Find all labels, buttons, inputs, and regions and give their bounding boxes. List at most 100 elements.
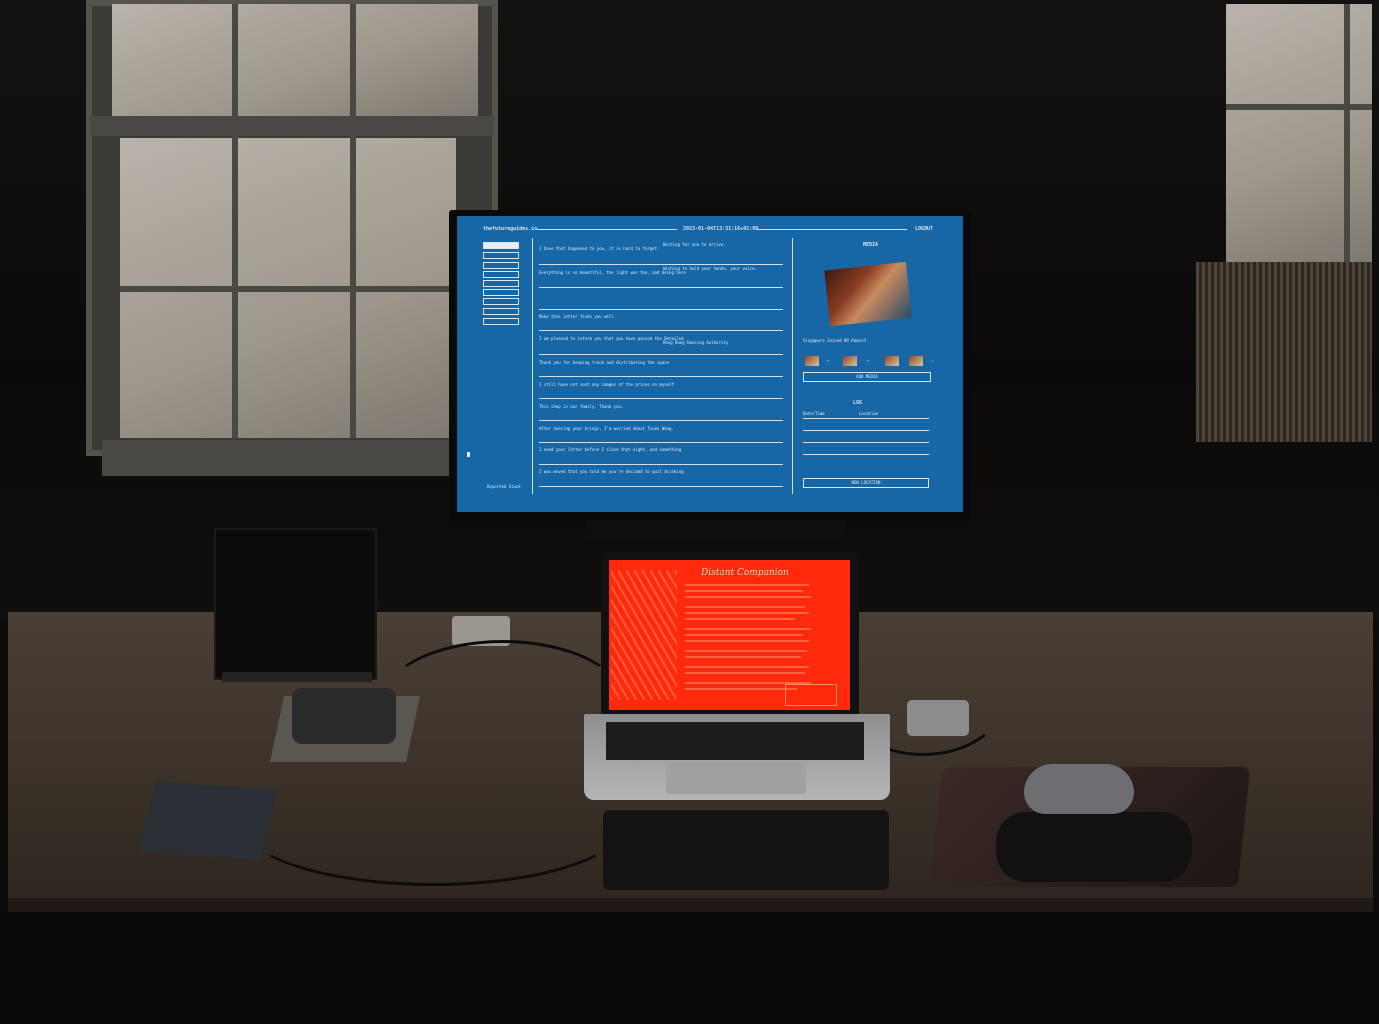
message-text[interactable]: I have that happened to you, it is hard …: [539, 246, 659, 251]
message-divider: [539, 398, 783, 399]
sidebar-footer: Reported Stuck: [487, 484, 521, 489]
message-divider: [539, 330, 783, 331]
message-divider: [539, 264, 783, 265]
air-conditioner: [1196, 262, 1372, 442]
message-meta: Waiting for you to arrive.: [663, 242, 726, 247]
left-window-mullion: [232, 4, 238, 438]
logout-link[interactable]: LOGOUT: [915, 226, 933, 232]
wrist-rest: [996, 812, 1192, 882]
message-divider: [539, 420, 783, 421]
laptop-text-line: [685, 584, 809, 586]
add-media-button[interactable]: ADD MEDIA: [803, 372, 931, 382]
laptop-text-line: [685, 612, 809, 614]
message-divider: [539, 376, 783, 377]
log-heading: LOG: [853, 400, 863, 406]
new-location-button[interactable]: NEW LOCATION: [803, 478, 929, 488]
message-meta: Hong Kong Housing Authority: [663, 340, 729, 345]
log-row-divider: [803, 418, 929, 419]
left-window-sill: [102, 440, 472, 476]
laptop-side-image: [785, 684, 837, 706]
right-window-mullion: [1344, 4, 1350, 262]
column-divider: [792, 238, 793, 494]
tablet-stand: [222, 672, 372, 682]
site-title: thefutureguides.io: [483, 226, 538, 232]
laptop-text-line: [685, 640, 809, 642]
laptop-text-line: [685, 672, 805, 674]
mouse-cursor-icon: [467, 452, 470, 457]
laptop-text-line: [685, 596, 811, 598]
sidebar-item[interactable]: [483, 280, 519, 287]
log-row-divider: [803, 442, 929, 443]
media-thumbnail[interactable]: [805, 356, 819, 366]
media-thumbnail[interactable]: [843, 356, 857, 366]
laptop-title: Distant Companion: [701, 568, 789, 578]
log-row-divider: [803, 454, 929, 455]
message-meta: Wishing to hold your hands, your voice.: [663, 266, 757, 271]
cable: [240, 760, 626, 886]
monitor-stand: [585, 520, 845, 540]
message-text[interactable]: I was moved that you told me you're deci…: [539, 469, 684, 474]
message-text[interactable]: I still have not sent any images of the …: [539, 382, 674, 387]
left-window-meeting-rail: [90, 116, 494, 136]
right-window: [1226, 4, 1372, 262]
log-row-divider: [803, 430, 929, 431]
left-window-mullion: [120, 286, 456, 292]
sidebar-item[interactable]: [483, 298, 519, 305]
message-divider: [539, 464, 783, 465]
message-divider: [539, 287, 783, 288]
message-text[interactable]: Thank you for keeping track and distribu…: [539, 360, 669, 365]
header-rule-left: [537, 229, 677, 230]
laptop-keyboard: [606, 722, 864, 760]
laptop-text-line: [685, 650, 807, 652]
laptop-text-line: [685, 590, 803, 592]
media-heading: MEDIA: [863, 242, 879, 248]
left-window-mullion: [350, 4, 356, 438]
laptop-trackpad: [666, 762, 806, 794]
message-text[interactable]: I am pleased to inform you that you have…: [539, 336, 684, 341]
arrow-left-icon[interactable]: ←: [867, 358, 869, 363]
arrow-left-icon[interactable]: ←: [827, 358, 829, 363]
media-caption: Singapore Joined 09 Aboard: [803, 338, 866, 343]
laptop-text-line: [685, 634, 803, 636]
desk-edge: [8, 898, 1373, 912]
right-window-mullion: [1226, 104, 1372, 110]
mouse: [1024, 764, 1134, 814]
left-window-upper-sash: [112, 4, 478, 116]
laptop-text-line: [685, 618, 795, 620]
sidebar-item[interactable]: [483, 242, 519, 249]
message-divider: [539, 354, 783, 355]
laptop-text-line: [685, 606, 805, 608]
log-column-header: Location: [859, 411, 879, 416]
media-thumbnail[interactable]: [909, 356, 923, 366]
header-rule-right: [757, 229, 907, 230]
media-thumbnail[interactable]: [885, 356, 899, 366]
laptop-text-line: [685, 666, 809, 668]
message-text[interactable]: This shop is our family. Thank you.: [539, 404, 623, 409]
sidebar-item[interactable]: [483, 252, 519, 259]
chevron-right-icon[interactable]: ›: [931, 358, 933, 363]
sidebar-item[interactable]: [483, 271, 519, 278]
header-timestamp: 2023-01-04T13:31:16+01:00: [683, 226, 759, 232]
column-divider: [532, 238, 533, 494]
log-column-header: Date/Time: [803, 411, 825, 416]
message-text[interactable]: Make this letter finds you well.: [539, 314, 616, 319]
message-divider: [539, 442, 783, 443]
laptop-text-line: [685, 628, 811, 630]
laptop-screen: Distant Companion: [609, 560, 850, 710]
message-divider: [539, 486, 783, 487]
floor: [0, 912, 1379, 1024]
external-keyboard: [603, 810, 889, 890]
message-text[interactable]: After hearing your brings, I'm worried a…: [539, 426, 674, 431]
message-text[interactable]: I need your letter before I close that n…: [539, 447, 681, 452]
laptop-text-line: [685, 656, 801, 658]
sidebar-item[interactable]: [483, 289, 519, 296]
laptop-map-panel: [611, 570, 677, 700]
monitor-screen: thefutureguides.io 2023-01-04T13:31:16+0…: [457, 216, 963, 512]
sidebar-item[interactable]: [483, 318, 519, 325]
media-photo[interactable]: [824, 261, 912, 327]
sidebar-item[interactable]: [483, 308, 519, 315]
message-divider: [539, 309, 783, 310]
sidebar-item[interactable]: [483, 262, 519, 269]
tablet-on-stand: [214, 528, 377, 680]
laptop-text-line: [685, 688, 797, 690]
